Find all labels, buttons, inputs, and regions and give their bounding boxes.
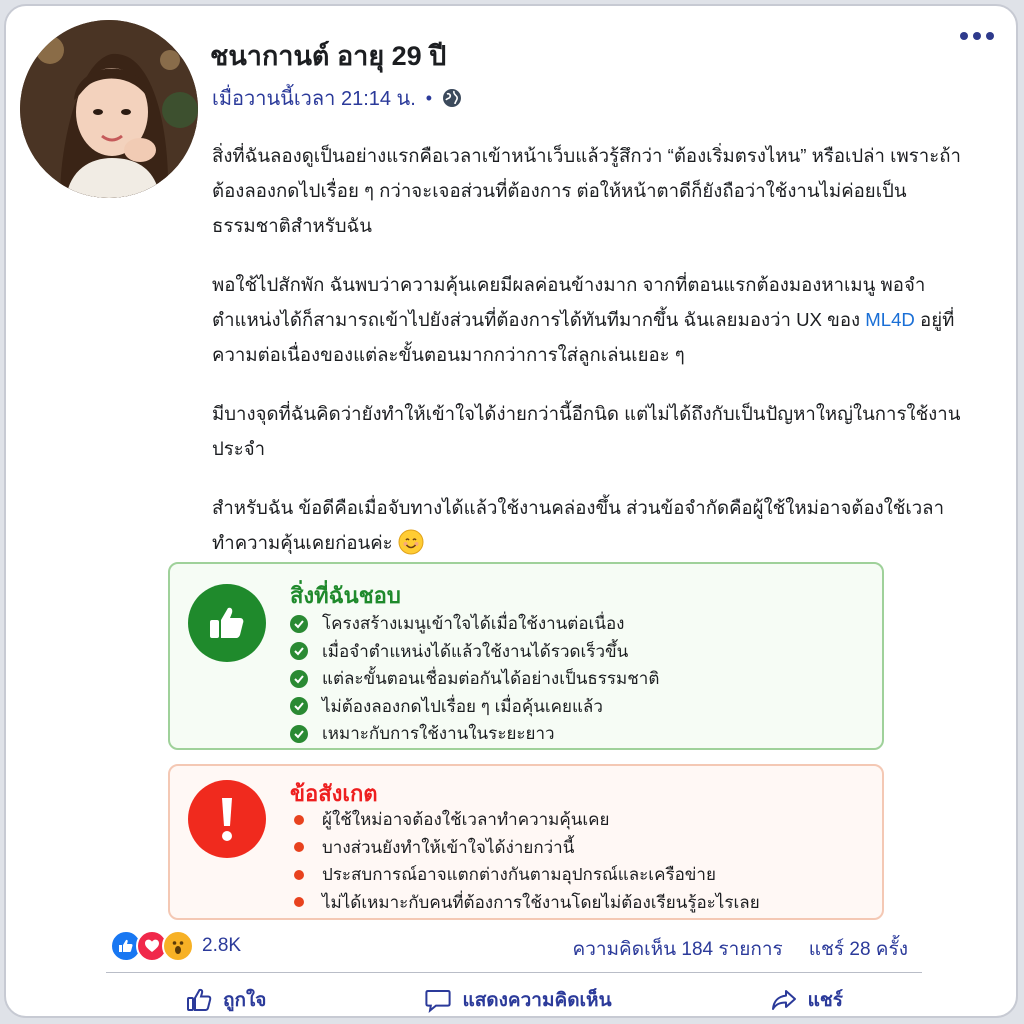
thumbs-up-outline-icon (187, 988, 212, 1011)
comment-icon (425, 990, 452, 1013)
more-dot (986, 32, 994, 40)
paragraph: สิ่งที่ฉันลองดูเป็นอย่างแรกคือเวลาเข้าหน… (212, 145, 961, 236)
shares-count[interactable]: แชร์ 28 ครั้ง (809, 934, 908, 964)
likes-box: สิ่งที่ฉันชอบ โครงสร้างเมนูเข้าใจได้เมื่… (168, 562, 884, 750)
author-name[interactable]: ชนากานต์ อายุ 29 ปี (210, 34, 446, 77)
list-item: ไม่ได้เหมาะกับคนที่ต้องการใช้งานโดยไม่ต้… (290, 889, 760, 917)
list-item: โครงสร้างเมนูเข้าใจได้เมื่อใช้งานต่อเนื่… (290, 610, 659, 638)
timestamp[interactable]: เมื่อวานนี้เวลา 21:14 น. (212, 82, 416, 114)
comment-button[interactable]: แสดงความคิดเห็น (424, 985, 612, 1015)
list-item: บางส่วนยังทำให้เข้าใจได้ง่ายกว่านี้ (290, 834, 760, 862)
notes-box: ข้อสังเกต ผู้ใช้ใหม่อาจต้องใช้เวลาทำความ… (168, 764, 884, 920)
list-item-text: บางส่วนยังทำให้เข้าใจได้ง่ายกว่านี้ (322, 837, 575, 857)
paragraph-text: พอใช้ไปสักพัก ฉันพบว่าความคุ้นเคยมีผลค่อ… (212, 274, 926, 330)
separator-dot: • (425, 87, 433, 108)
comments-count[interactable]: ความคิดเห็น 184 รายการ (572, 934, 782, 964)
reaction-count[interactable]: 2.8K (202, 935, 241, 957)
engagement-stats: ความคิดเห็น 184 รายการ แชร์ 28 ครั้ง (572, 934, 908, 964)
list-item: ผู้ใช้ใหม่อาจต้องใช้เวลาทำความคุ้นเคย (290, 806, 760, 834)
like-label: ถูกใจ (223, 990, 267, 1011)
smiling-face-icon (398, 529, 424, 555)
more-options-icon[interactable] (960, 32, 994, 40)
list-item: เหมาะกับการใช้งานในระยะยาว (290, 720, 659, 748)
avatar[interactable] (20, 20, 198, 198)
share-button[interactable]: แชร์ (770, 985, 843, 1015)
list-item-text: โครงสร้างเมนูเข้าใจได้เมื่อใช้งานต่อเนื่… (322, 614, 625, 634)
check-icon (290, 697, 308, 716)
check-icon (290, 669, 308, 688)
share-label: แชร์ (807, 990, 843, 1011)
list-item-text: เมื่อจำตำแหน่งได้แล้วใช้งานได้รวดเร็วขึ้… (322, 641, 629, 661)
paragraph-text: สำหรับฉัน ข้อดีคือเมื่อจับทางได้แล้วใช้ง… (212, 497, 945, 553)
list-item: ไม่ต้องลองกดไปเรื่อย ๆ เมื่อคุ้นเคยแล้ว (290, 693, 659, 721)
bullet-dot (294, 869, 304, 880)
list-item-text: ผู้ใช้ใหม่อาจต้องใช้เวลาทำความคุ้นเคย (322, 810, 610, 830)
reactions-summary[interactable]: 2.8K (110, 930, 241, 962)
likes-title: สิ่งที่ฉันชอบ (290, 583, 401, 608)
check-icon (290, 614, 308, 633)
post-meta: เมื่อวานนี้เวลา 21:14 น. • (212, 82, 462, 114)
globe-icon[interactable] (442, 88, 462, 108)
divider (106, 972, 922, 973)
list-item-text: ไม่ได้เหมาะกับคนที่ต้องการใช้งานโดยไม่ต้… (322, 892, 760, 912)
notes-list: ผู้ใช้ใหม่อาจต้องใช้เวลาทำความคุ้นเคย บา… (290, 806, 760, 916)
more-dot (960, 32, 968, 40)
list-item-text: ไม่ต้องลองกดไปเรื่อย ๆ เมื่อคุ้นเคยแล้ว (322, 696, 603, 716)
check-icon (290, 724, 308, 743)
list-item-text: ประสบการณ์อาจแตกต่างกันตามอุปกรณ์และเครื… (322, 865, 716, 885)
list-item: ประสบการณ์อาจแตกต่างกันตามอุปกรณ์และเครื… (290, 861, 760, 889)
list-item-text: แต่ละขั้นตอนเชื่อมต่อกันได้อย่างเป็นธรรม… (322, 669, 660, 689)
list-item: แต่ละขั้นตอนเชื่อมต่อกันได้อย่างเป็นธรรม… (290, 665, 659, 693)
paragraph: สำหรับฉัน ข้อดีคือเมื่อจับทางได้แล้วใช้ง… (212, 490, 972, 560)
bullet-dot (294, 842, 304, 853)
exclamation-icon (188, 780, 266, 858)
more-dot (973, 32, 981, 40)
share-arrow-icon (771, 990, 796, 1010)
thumbs-up-icon (188, 584, 266, 662)
avatar-portrait-image (20, 20, 198, 198)
paragraph: พอใช้ไปสักพัก ฉันพบว่าความคุ้นเคยมีผลค่อ… (212, 267, 972, 372)
post-body: สิ่งที่ฉันลองดูเป็นอย่างแรกคือเวลาเข้าหน… (212, 138, 972, 584)
paragraph: มีบางจุดที่ฉันคิดว่ายังทำให้เข้าใจได้ง่า… (212, 403, 961, 459)
like-button[interactable]: ถูกใจ (185, 985, 266, 1015)
wow-reaction-icon (162, 930, 194, 962)
bullet-dot (294, 814, 304, 825)
list-item-text: เหมาะกับการใช้งานในระยะยาว (322, 724, 555, 744)
check-icon (290, 642, 308, 661)
action-bar: ถูกใจ แสดงความคิดเห็น แชร์ (106, 978, 922, 1016)
comment-label: แสดงความคิดเห็น (462, 990, 612, 1011)
bullet-dot (294, 897, 304, 908)
ml4d-link[interactable]: ML4D (865, 309, 915, 330)
post-card: ชนากานต์ อายุ 29 ปี เมื่อวานนี้เวลา 21:1… (4, 4, 1018, 1018)
likes-list: โครงสร้างเมนูเข้าใจได้เมื่อใช้งานต่อเนื่… (290, 610, 659, 748)
list-item: เมื่อจำตำแหน่งได้แล้วใช้งานได้รวดเร็วขึ้… (290, 638, 659, 666)
